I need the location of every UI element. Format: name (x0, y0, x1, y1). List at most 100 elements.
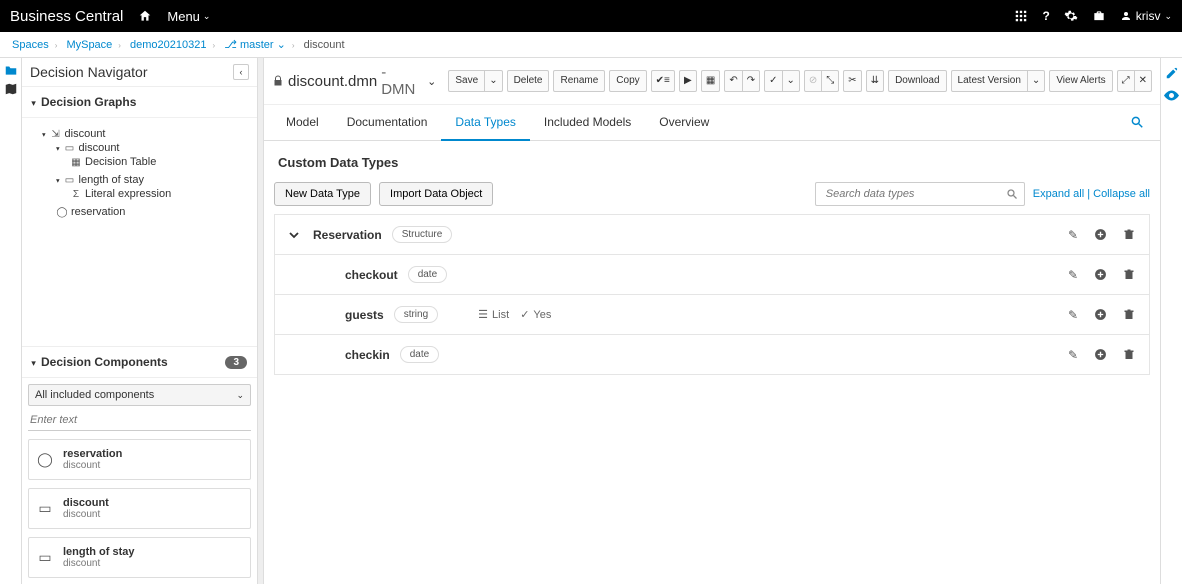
tab-included-models[interactable]: Included Models (530, 105, 645, 140)
decision-graphs-header[interactable]: Decision Graphs (22, 87, 257, 118)
undo-button[interactable]: ↶ (724, 70, 742, 92)
collapse-all-link[interactable]: Collapse all (1093, 188, 1150, 200)
home-icon[interactable] (138, 9, 152, 23)
trash-icon[interactable] (1123, 348, 1135, 362)
component-card[interactable]: ▭ discount discount (28, 488, 251, 529)
add-icon[interactable] (1094, 268, 1107, 282)
help-icon[interactable]: ? (1042, 9, 1049, 23)
trash-icon[interactable] (1123, 228, 1135, 242)
briefcase-icon[interactable] (1092, 9, 1106, 23)
toggle-button[interactable]: ⊘ (804, 70, 822, 92)
rename-button[interactable]: Rename (553, 70, 605, 92)
user-menu[interactable]: krisv ⌄ (1120, 9, 1172, 23)
check-button[interactable]: ✓ (764, 70, 782, 92)
component-title: length of stay (63, 546, 135, 558)
chevron-down-icon: ⌄ (203, 11, 211, 22)
component-card[interactable]: ◯ reservation discount (28, 439, 251, 480)
cut-button[interactable]: ✂ (843, 70, 861, 92)
component-sub: discount (63, 558, 135, 569)
chart-icon: ⇊ (871, 75, 879, 86)
data-types-search[interactable] (815, 182, 1025, 206)
tree-item-decision-table[interactable]: ▦Decision Table (70, 154, 257, 170)
redo-button[interactable]: ↷ (742, 70, 760, 92)
oval-icon: ◯ (37, 451, 53, 468)
menu-dropdown[interactable]: Menu ⌄ (167, 9, 210, 24)
chevron-down-icon[interactable]: ⌄ (277, 39, 286, 51)
add-icon[interactable] (1094, 228, 1107, 242)
decision-components-header[interactable]: Decision Components 3 (22, 346, 257, 378)
breadcrumb-item[interactable]: ⎇ master (224, 39, 273, 51)
map-icon[interactable] (4, 82, 18, 96)
toolbar: Save ⌄ Delete Rename Copy ✔≡ ▶ ▦ ↶ ↷ ✓ ⌄ (448, 70, 1152, 92)
import-data-object-button[interactable]: Import Data Object (379, 182, 493, 206)
topbar: Business Central Menu ⌄ ? krisv ⌄ (0, 0, 1182, 32)
breadcrumb-item[interactable]: demo20210321 (130, 39, 206, 51)
add-icon[interactable] (1094, 348, 1107, 362)
version-dropdown[interactable]: ⌄ (1027, 70, 1045, 92)
add-icon[interactable] (1094, 308, 1107, 322)
component-title: discount (63, 497, 109, 509)
data-type-row: checkout date ✎ (275, 255, 1149, 295)
download-button[interactable]: Download (888, 70, 946, 92)
rect-icon: ▭ (37, 500, 53, 517)
tree-root[interactable]: ⇲discount ▭discount ▦Decision Table ▭len… (42, 126, 257, 222)
save-dropdown[interactable]: ⌄ (484, 70, 502, 92)
view-alerts-button[interactable]: View Alerts (1049, 70, 1112, 92)
tree-item-discount[interactable]: ▭discount ▦Decision Table (56, 140, 257, 172)
pointer-button[interactable]: ⤡ (821, 70, 839, 92)
latest-version-button[interactable]: Latest Version (951, 70, 1028, 92)
check-icon: ✓ (520, 308, 529, 321)
tab-model[interactable]: Model (272, 105, 333, 140)
components-filter-dropdown[interactable]: All included components ⌄ (28, 384, 251, 406)
row-constraints: ☰ List ✓ Yes (478, 308, 551, 321)
component-card[interactable]: ▭ length of stay discount (28, 537, 251, 578)
chart-button[interactable]: ⇊ (866, 70, 884, 92)
search-input[interactable] (822, 183, 1006, 205)
edit-icon[interactable]: ✎ (1068, 268, 1078, 282)
folder-icon[interactable] (4, 64, 18, 76)
menu-label: Menu (167, 9, 200, 24)
gear-icon[interactable] (1064, 9, 1078, 23)
grid-icon: ▦ (706, 75, 715, 86)
breadcrumb-item[interactable]: Spaces (12, 39, 49, 51)
chevron-down-icon: ⌄ (1164, 11, 1172, 22)
edit-icon[interactable] (1165, 66, 1179, 80)
component-sub: discount (63, 460, 122, 471)
grid-button[interactable]: ▦ (701, 70, 720, 92)
apps-icon[interactable] (1014, 9, 1028, 23)
edit-icon[interactable]: ✎ (1068, 228, 1078, 242)
expand-all-link[interactable]: Expand all (1033, 188, 1084, 200)
tree-item-literal[interactable]: ΣLiteral expression (70, 186, 257, 202)
tree-item-length[interactable]: ▭length of stay ΣLiteral expression (56, 172, 257, 204)
chevron-down-icon[interactable]: ⌄ (427, 75, 436, 88)
delete-button[interactable]: Delete (507, 70, 550, 92)
tab-search-icon[interactable] (1122, 105, 1152, 140)
data-types-table: Reservation Structure ✎ checkout date ✎ (274, 214, 1150, 375)
decision-components-title: Decision Components (32, 355, 168, 369)
collapse-nav-button[interactable]: ‹ (233, 64, 249, 80)
save-button[interactable]: Save (448, 70, 485, 92)
trash-icon[interactable] (1123, 308, 1135, 322)
search-icon[interactable] (1006, 188, 1018, 200)
row-type: date (408, 266, 447, 283)
edit-icon[interactable]: ✎ (1068, 348, 1078, 362)
breadcrumb: Spaces› MySpace› demo20210321› ⎇ master … (0, 32, 1182, 58)
components-search-input[interactable] (28, 410, 251, 431)
close-button[interactable]: ✕ (1134, 70, 1152, 92)
tree-item-reservation[interactable]: ◯reservation (56, 204, 257, 220)
tab-overview[interactable]: Overview (645, 105, 723, 140)
check-dropdown[interactable]: ⌄ (782, 70, 800, 92)
tab-data-types[interactable]: Data Types (441, 105, 529, 141)
tab-documentation[interactable]: Documentation (333, 105, 442, 140)
expand-button[interactable]: ⤢ (1117, 70, 1135, 92)
decision-graphs-tree: ⇲discount ▭discount ▦Decision Table ▭len… (22, 118, 257, 230)
breadcrumb-item[interactable]: MySpace (66, 39, 112, 51)
run-button[interactable]: ▶ (679, 70, 697, 92)
trash-icon[interactable] (1123, 268, 1135, 282)
new-data-type-button[interactable]: New Data Type (274, 182, 371, 206)
eye-icon[interactable] (1164, 90, 1179, 101)
edit-icon[interactable]: ✎ (1068, 308, 1078, 322)
copy-button[interactable]: Copy (609, 70, 646, 92)
row-toggle[interactable] (289, 230, 303, 240)
validate-button[interactable]: ✔≡ (651, 70, 675, 92)
